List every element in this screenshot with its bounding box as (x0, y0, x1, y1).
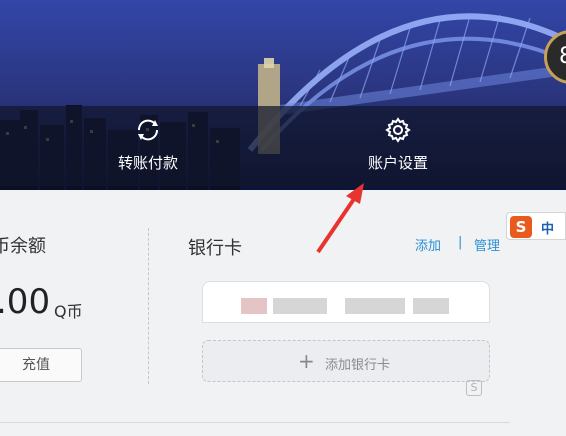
watermark-icon: S (466, 380, 482, 396)
ime-mode-indicator[interactable]: 中 (541, 218, 554, 237)
ime-toolbar[interactable]: S 中 (506, 212, 566, 240)
sogou-logo-icon: S (510, 216, 532, 238)
annotation-arrow (316, 183, 364, 254)
